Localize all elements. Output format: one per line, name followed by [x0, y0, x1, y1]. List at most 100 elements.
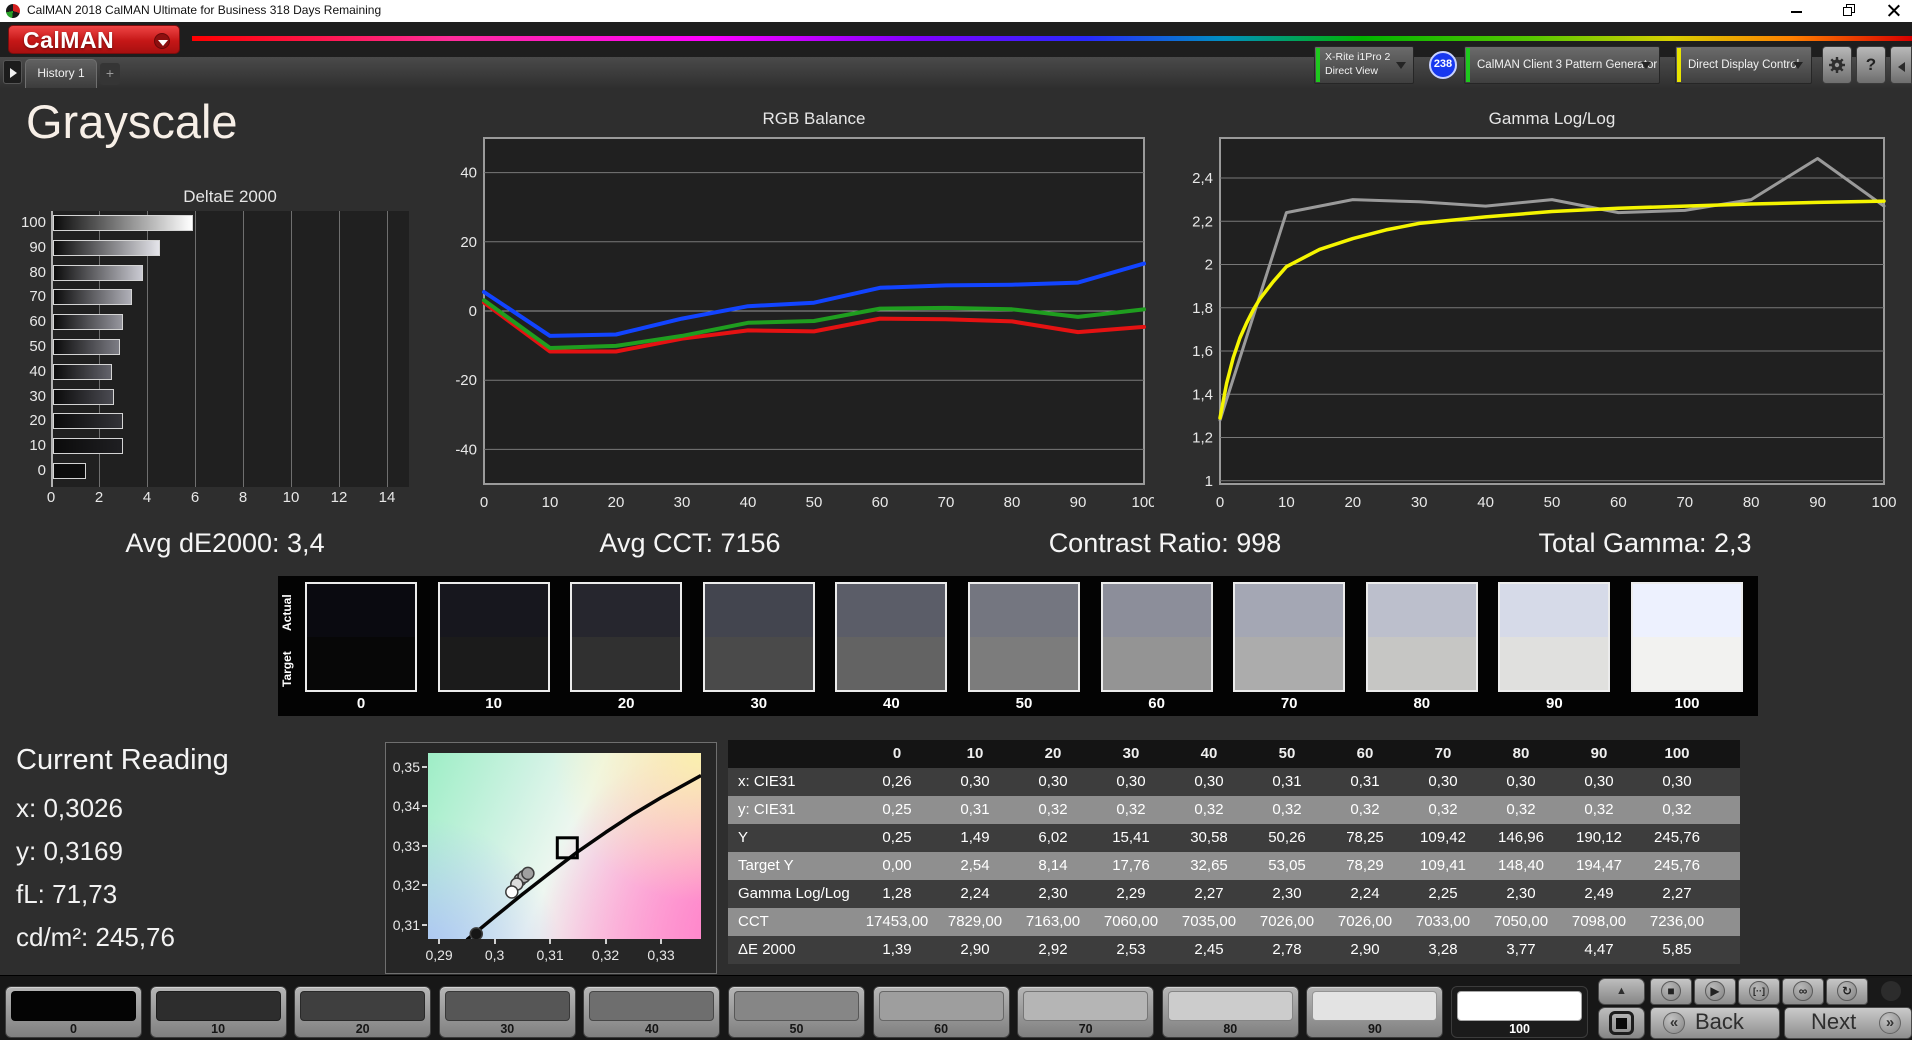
pattern-level-button-80[interactable]: 80 — [1161, 986, 1299, 1038]
table-cell: 2,29 — [1116, 885, 1146, 902]
meter-status-bar — [1316, 48, 1320, 82]
meter-dropdown[interactable]: X-Rite i1Pro 2 Direct View — [1314, 46, 1414, 84]
continuous-button[interactable]: ∞ — [1782, 978, 1824, 1005]
deltae-bar-30 — [53, 388, 114, 405]
strip-target-60 — [1102, 637, 1211, 690]
deltae-bar-90 — [53, 239, 161, 256]
deltae-bar-80 — [53, 264, 144, 281]
cie-ytick-label: 0,34 — [392, 798, 420, 815]
table-cell: 1,28 — [882, 885, 912, 902]
deltae-ytick-label: 90 — [29, 238, 46, 256]
svg-text:90: 90 — [1809, 494, 1826, 511]
deltae-ytick-label: 50 — [29, 338, 46, 355]
pattern-level-button-50[interactable]: 50 — [728, 986, 865, 1038]
cie-measurement-dot — [469, 927, 484, 941]
play-button[interactable]: ▶ — [1694, 978, 1736, 1005]
stat-avg-de2000: Avg dE2000: 3,4 — [125, 528, 325, 558]
deltae-ytick-label: 20 — [29, 412, 46, 430]
cie-xtick — [438, 939, 441, 944]
minimize-icon — [1791, 11, 1802, 13]
table-cell: 7026,00 — [1337, 913, 1393, 930]
table-cell: 7035,00 — [1181, 913, 1237, 930]
table-cell: 5,85 — [1662, 941, 1692, 958]
arrow-left-icon — [1898, 62, 1905, 72]
deltae-ytick-label: 10 — [29, 437, 46, 455]
table-cell: 194,47 — [1576, 857, 1622, 874]
footer-bar: ▲ « Back Next » 0 10 20 30 40 50 60 70 80 90 100 ■ ▶… — [0, 975, 1912, 1040]
pattern-level-button-70[interactable]: 70 — [1017, 986, 1155, 1038]
window-close-button[interactable] — [1876, 0, 1912, 22]
svg-text:80: 80 — [1004, 494, 1021, 511]
svg-text:40: 40 — [460, 165, 477, 182]
strip-swatch-10 — [437, 582, 550, 692]
next-button[interactable]: Next » — [1784, 1007, 1912, 1039]
table-row-label: Y — [738, 829, 749, 846]
tab-history-1[interactable]: History 1 — [25, 59, 97, 88]
pattern-level-button-30[interactable]: 30 — [438, 986, 576, 1038]
deltae-bar-60 — [53, 314, 123, 331]
svg-text:-20: -20 — [455, 372, 477, 389]
cie-ytick-label: 0,33 — [392, 837, 420, 854]
pattern-level-button-40[interactable]: 40 — [583, 986, 721, 1038]
strip-swatch-label: 100 — [1674, 695, 1700, 712]
table-cell: 32,65 — [1190, 857, 1228, 874]
pattern-source-dropdown[interactable]: CalMAN Client 3 Pattern Generator — [1464, 46, 1660, 84]
strip-swatch-50 — [968, 582, 1080, 692]
svg-text:60: 60 — [872, 494, 889, 511]
back-button[interactable]: « Back — [1650, 1007, 1780, 1039]
table-cell: 0,00 — [882, 857, 912, 874]
svg-text:70: 70 — [1676, 494, 1693, 511]
table-header-cell: 100 — [1664, 745, 1690, 762]
pattern-window-button[interactable]: [··] — [1738, 978, 1780, 1005]
cie-xtick-label: 0,32 — [591, 947, 620, 963]
table-cell: 0,30 — [1116, 773, 1146, 790]
settings-button[interactable] — [1822, 46, 1852, 84]
stop-button[interactable]: ■ — [1650, 978, 1692, 1005]
svg-text:50: 50 — [806, 494, 823, 511]
pattern-level-button-20[interactable]: 20 — [294, 986, 432, 1038]
pattern-options-button[interactable]: ▲ — [1598, 978, 1645, 1005]
cie-xtick-label: 0,33 — [647, 947, 675, 963]
cie-xtick — [604, 939, 607, 944]
table-cell: 17,76 — [1112, 857, 1150, 874]
loop-button[interactable]: ↻ — [1826, 978, 1868, 1005]
deltae-bar-70 — [53, 289, 132, 306]
strip-swatch-label: 0 — [356, 695, 366, 712]
back-icon: « — [1663, 1012, 1685, 1034]
pattern-level-button-10[interactable]: 10 — [149, 986, 287, 1038]
pattern-level-label: 50 — [789, 1022, 804, 1036]
deltae-ytick-label: 60 — [29, 313, 46, 331]
target-row-label: Target — [280, 651, 294, 687]
pattern-level-button-100[interactable]: 100 — [1451, 986, 1588, 1038]
table-cell: 2,49 — [1584, 885, 1614, 902]
transport-disabled-slot — [1870, 978, 1912, 1005]
display-control-dropdown[interactable]: Direct Display Control — [1675, 46, 1812, 84]
pattern-level-label: 30 — [500, 1022, 515, 1036]
table-cell: 0,32 — [1272, 801, 1302, 818]
add-tab-button[interactable]: + — [100, 63, 120, 85]
pattern-level-label: 90 — [1367, 1022, 1382, 1036]
pattern-level-button-90[interactable]: 90 — [1306, 986, 1444, 1038]
toolbar-collapse-button[interactable] — [1890, 46, 1912, 84]
tab-scroll-button[interactable] — [3, 60, 22, 84]
calman-app: CalMAN 2018 CalMAN Ultimate for Business… — [0, 0, 1912, 1040]
pattern-level-button-0[interactable]: 0 — [5, 986, 142, 1038]
cie-ytick-label: 0,32 — [392, 877, 420, 894]
window-minimize-button[interactable] — [1778, 0, 1814, 22]
pattern-level-button-60[interactable]: 60 — [872, 986, 1010, 1038]
page-title: Grayscale — [26, 95, 238, 148]
svg-text:0: 0 — [480, 494, 488, 511]
table-row-label: ΔE 2000 — [738, 941, 796, 958]
strip-target-70 — [1235, 637, 1344, 690]
pattern-level-swatch — [1023, 991, 1149, 1021]
disabled-icon — [1881, 981, 1901, 1001]
deltae-xtick-label: 8 — [238, 489, 248, 506]
menu-chevron-button[interactable] — [154, 33, 170, 49]
calman-menu-button[interactable]: CalMAN — [8, 25, 180, 54]
help-button[interactable]: ? — [1856, 46, 1886, 84]
pattern-level-label: 60 — [934, 1022, 949, 1036]
window-size-button[interactable] — [1598, 1007, 1645, 1039]
window-restore-button[interactable] — [1830, 0, 1866, 22]
table-cell: 0,32 — [1506, 801, 1536, 818]
pattern-level-label: 20 — [355, 1022, 370, 1036]
